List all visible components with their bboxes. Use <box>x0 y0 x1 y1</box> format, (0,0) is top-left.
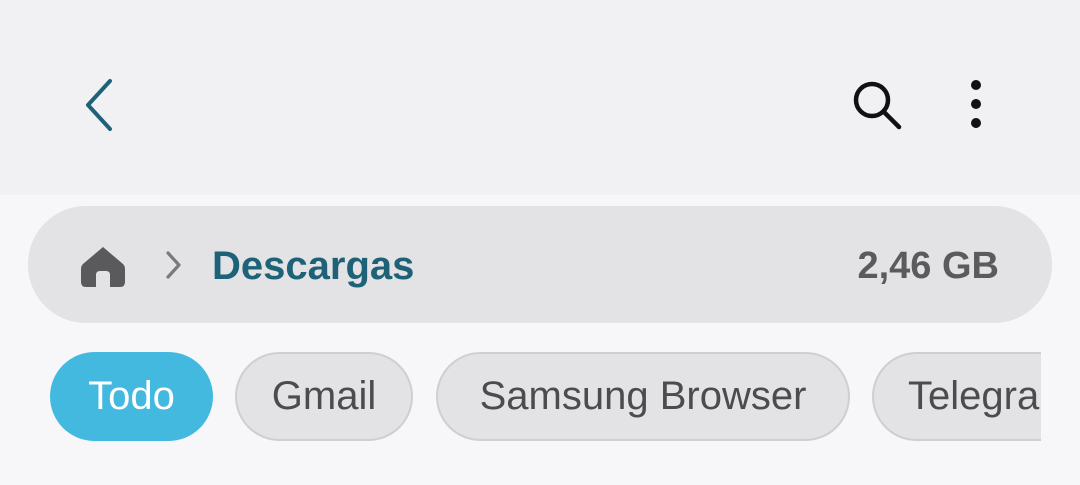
more-vertical-icon <box>971 80 981 128</box>
filter-chip-label: Gmail <box>271 374 377 418</box>
search-button[interactable] <box>842 72 912 138</box>
filter-chip-row[interactable]: Todo Gmail Samsung Browser Telegra <box>0 350 1041 446</box>
home-icon <box>81 247 125 287</box>
filter-chip-label: Telegra <box>908 374 1040 418</box>
filter-chip-todo[interactable]: Todo <box>50 352 213 441</box>
search-icon <box>853 81 902 130</box>
current-folder-name[interactable]: Descargas <box>212 240 414 292</box>
filter-chip-telegram[interactable]: Telegra <box>872 352 1041 441</box>
home-path-button[interactable] <box>76 240 130 292</box>
more-options-button[interactable] <box>950 72 1002 138</box>
top-app-bar <box>0 0 1080 195</box>
filter-chip-samsung-browser[interactable]: Samsung Browser <box>436 352 850 441</box>
storage-used-label: 2,46 GB <box>857 245 999 287</box>
filter-chip-label: Samsung Browser <box>479 374 807 418</box>
chevron-right-icon <box>166 251 181 279</box>
breadcrumb-separator <box>160 246 186 284</box>
back-button[interactable] <box>70 70 130 140</box>
chevron-left-icon <box>86 79 112 131</box>
filter-chip-gmail[interactable]: Gmail <box>235 352 413 441</box>
filter-chip-label: Todo <box>88 374 175 418</box>
